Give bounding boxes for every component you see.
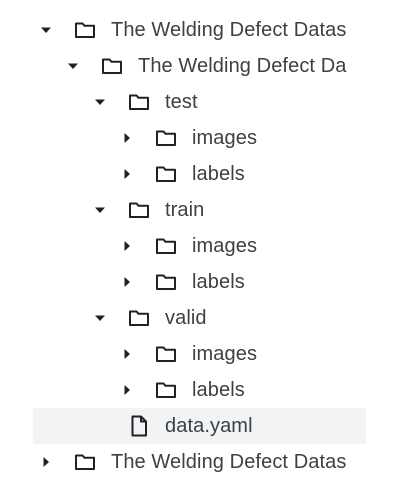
caret-right-icon[interactable] <box>121 156 133 192</box>
file-icon <box>127 408 151 444</box>
caret-right-icon[interactable] <box>40 444 52 480</box>
tree-row-folder[interactable]: images <box>0 228 366 264</box>
folder-icon <box>154 120 178 156</box>
folder-icon <box>154 264 178 300</box>
tree-row-file[interactable]: data.yaml <box>33 408 366 444</box>
folder-icon <box>73 12 97 48</box>
tree-row-label: labels <box>192 163 245 185</box>
tree-row-label: images <box>192 343 258 365</box>
tree-row-label: valid <box>165 307 207 329</box>
caret-down-icon[interactable] <box>67 48 79 84</box>
folder-icon <box>154 156 178 192</box>
tree-row-label: test <box>165 91 198 113</box>
tree-row-label: images <box>192 235 258 257</box>
tree-row-folder[interactable]: valid <box>0 300 366 336</box>
folder-icon <box>127 300 151 336</box>
folder-icon <box>100 48 124 84</box>
tree-row-label: The Welding Defect Datas <box>111 19 347 41</box>
tree-row-label: train <box>165 199 205 221</box>
caret-down-icon[interactable] <box>94 84 106 120</box>
caret-down-icon[interactable] <box>94 300 106 336</box>
tree-row-label: labels <box>192 271 245 293</box>
folder-icon <box>73 444 97 480</box>
tree-row-folder[interactable]: The Welding Defect Datas <box>0 444 366 480</box>
caret-right-icon[interactable] <box>121 120 133 156</box>
tree-row-folder[interactable]: The Welding Defect Datas <box>0 12 366 48</box>
caret-right-icon[interactable] <box>121 264 133 300</box>
tree-row-folder[interactable]: images <box>0 336 366 372</box>
caret-right-icon[interactable] <box>121 336 133 372</box>
tree-row-folder[interactable]: train <box>0 192 366 228</box>
tree-row-folder[interactable]: labels <box>0 156 366 192</box>
tree-row-label: The Welding Defect Datas <box>111 451 347 473</box>
tree-row-label: The Welding Defect Da <box>138 55 347 77</box>
folder-icon <box>127 192 151 228</box>
caret-right-icon[interactable] <box>121 228 133 264</box>
tree-row-folder[interactable]: labels <box>0 372 366 408</box>
tree-row-label: labels <box>192 379 245 401</box>
tree-row-label: data.yaml <box>165 415 253 437</box>
caret-down-icon[interactable] <box>94 192 106 228</box>
tree-row-folder[interactable]: test <box>0 84 366 120</box>
caret-right-icon[interactable] <box>121 372 133 408</box>
folder-icon <box>154 336 178 372</box>
folder-icon <box>154 372 178 408</box>
file-tree: The Welding Defect Datas The Welding Def… <box>0 12 366 480</box>
folder-icon <box>154 228 178 264</box>
folder-icon <box>127 84 151 120</box>
tree-row-folder[interactable]: labels <box>0 264 366 300</box>
tree-row-folder[interactable]: images <box>0 120 366 156</box>
caret-down-icon[interactable] <box>40 12 52 48</box>
tree-row-label: images <box>192 127 258 149</box>
tree-row-folder[interactable]: The Welding Defect Da <box>0 48 366 84</box>
